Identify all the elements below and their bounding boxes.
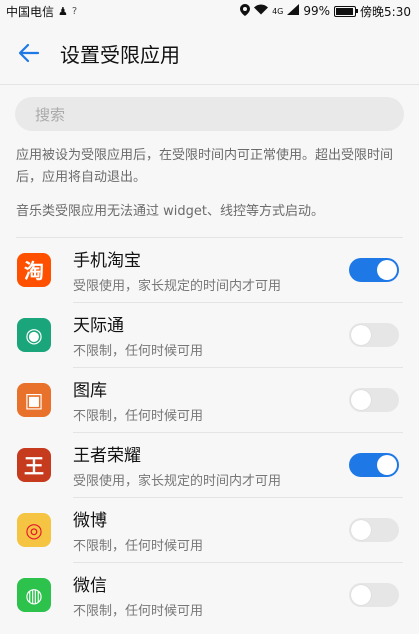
restriction-toggle[interactable] xyxy=(349,452,399,477)
app-row[interactable]: ◎ 微博不限制，任何时候可用 xyxy=(0,497,419,562)
app-name: 微信 xyxy=(73,575,107,596)
status-bar: 中国电信 ♟ ? 4G 99% 傍晚5:30 xyxy=(0,0,419,22)
app-name: 王者荣耀 xyxy=(73,445,141,466)
location-icon xyxy=(240,3,251,19)
battery-icon xyxy=(334,5,359,17)
notification-icon: ♟ xyxy=(58,4,68,18)
row-divider xyxy=(73,562,403,563)
toggle-knob xyxy=(377,454,397,475)
restriction-toggle[interactable] xyxy=(349,387,399,412)
app-texts: 微信不限制，任何时候可用 xyxy=(73,571,349,619)
toggle-knob xyxy=(377,259,397,280)
app-row[interactable]: ◍ 微信不限制，任何时候可用 xyxy=(0,562,419,627)
carrier-label: 中国电信 xyxy=(6,4,55,19)
row-divider xyxy=(73,497,403,498)
app-row[interactable]: 王王者荣耀 受限使用，家长规定的时间内才可用 xyxy=(0,432,419,497)
app-restriction-status: 不限制，任何时候可用 xyxy=(73,343,204,359)
wifi-icon xyxy=(254,4,269,18)
app-list: 淘手机淘宝 受限使用，家长规定的时间内才可用 ◉ 天际通 不限制，任何时候可用 ▣ 图库 不限… xyxy=(0,237,419,627)
app-row[interactable]: 淘手机淘宝 受限使用，家长规定的时间内才可用 xyxy=(0,237,419,302)
app-restriction-status: 受限使用，家长规定的时间内才可用 xyxy=(73,473,282,489)
signal-icon xyxy=(287,4,300,18)
app-texts: 微博不限制，任何时候可用 xyxy=(73,506,349,554)
network-type-label: 4G xyxy=(272,6,284,16)
search-input[interactable]: 搜索 xyxy=(15,97,404,131)
app-name: 手机淘宝 xyxy=(73,250,141,271)
back-arrow-icon[interactable] xyxy=(16,40,42,66)
app-row[interactable]: ▣ 图库不限制，任何时候可用 xyxy=(0,367,419,432)
row-divider xyxy=(16,237,403,238)
row-divider xyxy=(73,432,403,433)
app-row[interactable]: ◉ 天际通不限制，任何时候可用 xyxy=(0,302,419,367)
row-divider xyxy=(73,302,403,303)
restriction-toggle[interactable] xyxy=(349,322,399,347)
restriction-description: 应用被设为受限应用后，在受限时间内可正常使用。超出受限时间后，应用将自动退出。 xyxy=(16,148,394,185)
toggle-knob xyxy=(351,324,371,345)
tianjitong-icon: ◉ xyxy=(17,317,51,352)
battery-percent: 99% xyxy=(303,4,331,18)
app-name: 图库 xyxy=(73,380,107,401)
search-placeholder: 搜索 xyxy=(35,105,66,124)
restriction-toggle[interactable] xyxy=(349,582,399,607)
app-texts: 手机淘宝受限使用，家长规定的时间内才可用 xyxy=(73,246,349,294)
honor-of-kings-icon: 王 xyxy=(17,447,51,482)
app-name: 微博 xyxy=(73,510,107,531)
restriction-toggle[interactable] xyxy=(349,517,399,542)
app-name: 天际通 xyxy=(73,315,124,336)
app-texts: 图库不限制，任何时候可用 xyxy=(73,376,349,424)
app-texts: 王者荣耀受限使用，家长规定的时间内才可用 xyxy=(73,441,349,489)
app-restriction-status: 不限制，任何时候可用 xyxy=(73,408,204,424)
restriction-toggle[interactable] xyxy=(349,257,399,282)
app-texts: 天际通不限制，任何时候可用 xyxy=(73,311,349,359)
app-restriction-status: 不限制，任何时候可用 xyxy=(73,603,204,619)
row-divider xyxy=(73,367,403,368)
unknown-sim-icon: ? xyxy=(71,5,78,17)
weibo-icon: ◎ xyxy=(17,512,51,547)
toggle-knob xyxy=(351,584,371,605)
toggle-knob xyxy=(351,389,371,410)
taobao-icon: 淘 xyxy=(17,252,51,287)
music-restriction-note: 音乐类受限应用无法通过 widget、线控等方式启动。 xyxy=(16,204,324,219)
app-bar: 设置受限应用 xyxy=(0,22,419,85)
page-title: 设置受限应用 xyxy=(60,42,180,67)
app-restriction-status: 不限制，任何时候可用 xyxy=(73,538,204,554)
gallery-icon: ▣ xyxy=(17,382,51,417)
wechat-icon: ◍ xyxy=(17,577,51,612)
clock: 傍晚5:30 xyxy=(360,4,411,19)
app-restriction-status: 受限使用，家长规定的时间内才可用 xyxy=(73,278,282,294)
toggle-knob xyxy=(351,519,371,540)
